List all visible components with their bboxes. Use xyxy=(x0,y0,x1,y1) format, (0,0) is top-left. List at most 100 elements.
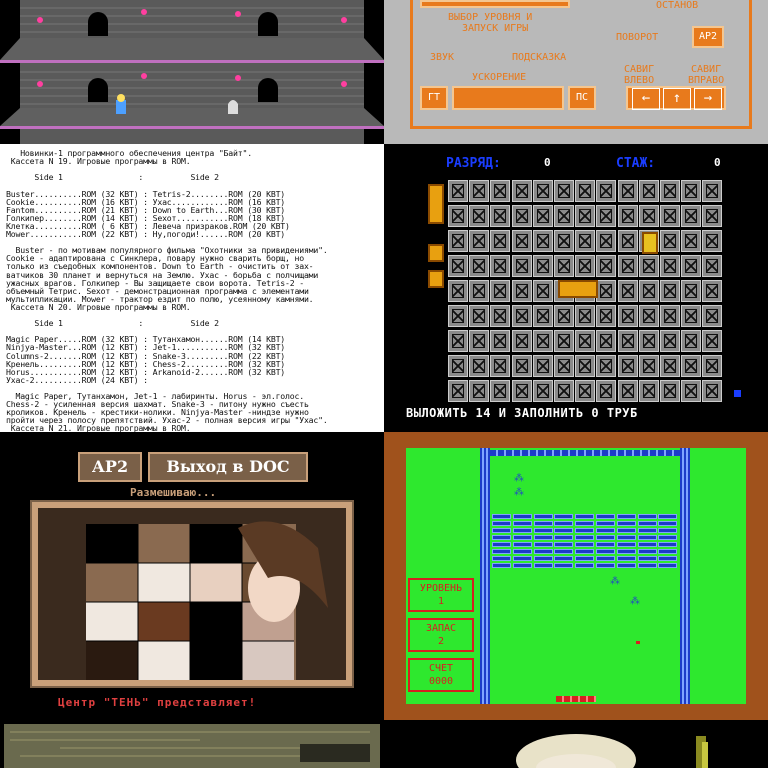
grid-cell[interactable] xyxy=(660,255,680,277)
grid-cell[interactable] xyxy=(469,180,490,202)
grid-cell[interactable] xyxy=(681,380,702,402)
grid-cell[interactable] xyxy=(554,205,574,227)
grid-cell[interactable] xyxy=(681,255,702,277)
grid-cell[interactable] xyxy=(469,280,490,302)
grid-cell[interactable] xyxy=(596,280,617,302)
grid-cell[interactable] xyxy=(448,230,468,252)
ps-button[interactable]: ПС xyxy=(568,86,596,110)
grid-cell[interactable] xyxy=(575,330,596,352)
grid-cell[interactable] xyxy=(596,230,617,252)
grid-cell[interactable] xyxy=(660,180,680,202)
grid-cell[interactable] xyxy=(638,305,659,327)
ar2-button[interactable]: АР2 xyxy=(78,452,142,482)
grid-cell[interactable] xyxy=(490,280,511,302)
grid-cell[interactable] xyxy=(532,280,553,302)
grid-cell[interactable] xyxy=(511,280,532,302)
grid-cell[interactable] xyxy=(617,180,638,202)
grid-cell[interactable] xyxy=(448,180,468,202)
grid-cell[interactable] xyxy=(702,305,723,327)
grid-cell[interactable] xyxy=(469,255,490,277)
grid-cell[interactable] xyxy=(638,280,659,302)
grid-cell[interactable] xyxy=(638,255,659,277)
grid-cell[interactable] xyxy=(702,255,723,277)
ar2-button[interactable]: АР2 xyxy=(692,26,724,48)
grid-cell[interactable] xyxy=(532,255,553,277)
grid-cell[interactable] xyxy=(596,255,617,277)
grid-cell[interactable] xyxy=(660,355,680,377)
grid-cell[interactable] xyxy=(660,280,680,302)
grid-cell[interactable] xyxy=(617,205,638,227)
grid-cell[interactable] xyxy=(469,230,490,252)
grid-cell[interactable] xyxy=(511,180,532,202)
grid-cell[interactable] xyxy=(532,230,553,252)
grid-cell[interactable] xyxy=(511,380,532,402)
grid-cell[interactable] xyxy=(490,205,511,227)
puzzle-board[interactable] xyxy=(38,508,346,680)
gt-button[interactable]: ГТ xyxy=(420,86,448,110)
grid-cell[interactable] xyxy=(469,305,490,327)
grid-cell[interactable] xyxy=(596,205,617,227)
grid-cell[interactable] xyxy=(617,255,638,277)
grid-cell[interactable] xyxy=(554,230,574,252)
grid-cell[interactable] xyxy=(511,355,532,377)
grid-cell[interactable] xyxy=(575,230,596,252)
grid-cell[interactable] xyxy=(469,380,490,402)
grid-cell[interactable] xyxy=(617,355,638,377)
grid-cell[interactable] xyxy=(448,305,468,327)
grid-cell[interactable] xyxy=(702,230,723,252)
grid-cell[interactable] xyxy=(660,230,680,252)
grid-cell[interactable] xyxy=(596,380,617,402)
grid-cell[interactable] xyxy=(490,255,511,277)
grid-cell[interactable] xyxy=(532,205,553,227)
grid-cell[interactable] xyxy=(575,255,596,277)
grid-cell[interactable] xyxy=(638,205,659,227)
grid-cell[interactable] xyxy=(660,380,680,402)
grid-cell[interactable] xyxy=(448,380,468,402)
arrow-left-icon[interactable]: ← xyxy=(632,88,660,110)
grid-cell[interactable] xyxy=(554,355,574,377)
grid-cell[interactable] xyxy=(681,355,702,377)
grid-cell[interactable] xyxy=(617,330,638,352)
grid-cell[interactable] xyxy=(532,355,553,377)
grid-cell[interactable] xyxy=(490,180,511,202)
grid-cell[interactable] xyxy=(469,330,490,352)
grid-cell[interactable] xyxy=(681,180,702,202)
grid-cell[interactable] xyxy=(702,355,723,377)
paddle[interactable] xyxy=(556,696,596,702)
grid-cell[interactable] xyxy=(511,330,532,352)
grid-cell[interactable] xyxy=(660,205,680,227)
arrow-right-icon[interactable]: → xyxy=(694,88,722,110)
grid-cell[interactable] xyxy=(617,380,638,402)
grid-cell[interactable] xyxy=(554,305,574,327)
grid-cell[interactable] xyxy=(575,305,596,327)
grid-cell[interactable] xyxy=(596,305,617,327)
grid-cell[interactable] xyxy=(702,205,723,227)
grid-cell[interactable] xyxy=(702,330,723,352)
grid-cell[interactable] xyxy=(681,305,702,327)
grid-cell[interactable] xyxy=(575,355,596,377)
grid-cell[interactable] xyxy=(660,330,680,352)
grid-cell[interactable] xyxy=(532,330,553,352)
grid-cell[interactable] xyxy=(702,280,723,302)
grid-cell[interactable] xyxy=(511,230,532,252)
exit-to-doc-button[interactable]: Выход в DOC xyxy=(148,452,308,482)
grid-cell[interactable] xyxy=(490,305,511,327)
grid-cell[interactable] xyxy=(469,205,490,227)
grid-cell[interactable] xyxy=(554,380,574,402)
grid-cell[interactable] xyxy=(638,355,659,377)
grid-cell[interactable] xyxy=(702,380,723,402)
grid-cell[interactable] xyxy=(596,355,617,377)
grid-cell[interactable] xyxy=(448,280,468,302)
grid-cell[interactable] xyxy=(532,380,553,402)
grid-cell[interactable] xyxy=(448,205,468,227)
grid-cell[interactable] xyxy=(660,305,680,327)
grid-cell[interactable] xyxy=(490,230,511,252)
grid-cell[interactable] xyxy=(511,305,532,327)
grid-cell[interactable] xyxy=(638,180,659,202)
grid-cell[interactable] xyxy=(596,330,617,352)
grid-cell[interactable] xyxy=(511,205,532,227)
grid-cell[interactable] xyxy=(681,230,702,252)
grid-cell[interactable] xyxy=(490,380,511,402)
grid-cell[interactable] xyxy=(532,305,553,327)
grid-cell[interactable] xyxy=(617,280,638,302)
